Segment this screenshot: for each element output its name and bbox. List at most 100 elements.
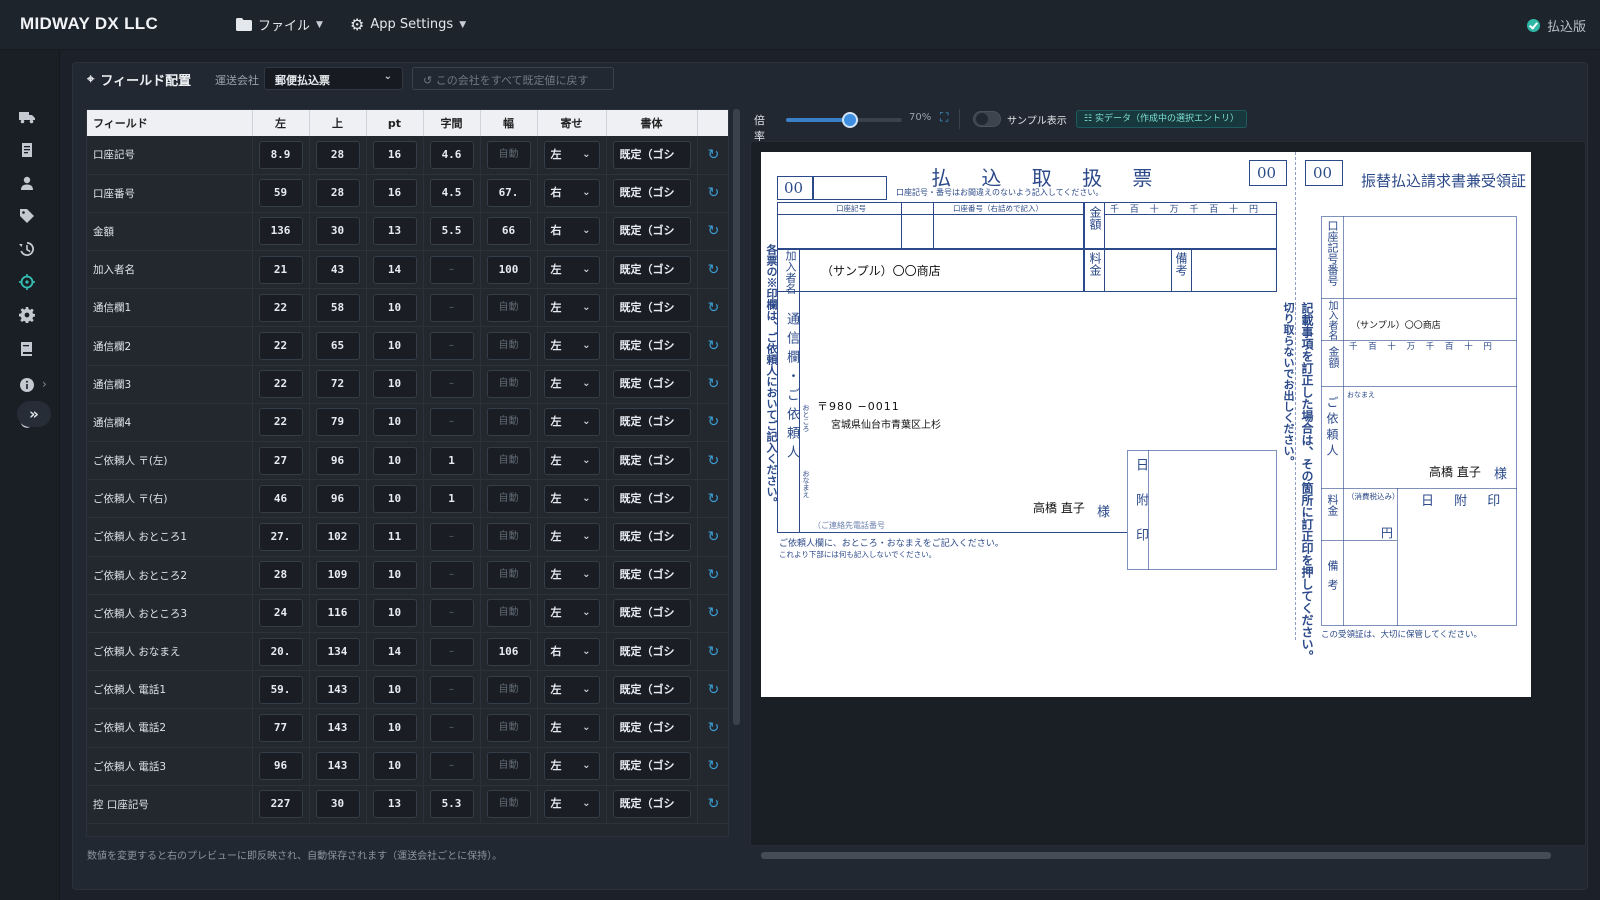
align-select[interactable]: 左 ⌄ [543,752,600,781]
align-select[interactable]: 左 ⌄ [543,408,600,437]
width-input[interactable]: 自動 [486,140,531,169]
font-select[interactable]: 既定（ゴシ [612,713,691,742]
fit-to-screen-icon[interactable]: ⛶ [940,110,948,125]
font-select[interactable]: 既定（ゴシ [612,752,691,781]
document-icon[interactable] [17,140,37,160]
align-select[interactable]: 左 ⌄ [543,332,600,361]
left-input[interactable]: 227 [258,790,303,819]
top-input[interactable]: 28 [315,140,360,169]
width-input[interactable]: 自動 [486,332,531,361]
info-icon[interactable] [17,375,37,395]
width-input[interactable]: 自動 [486,790,531,819]
row-reset-icon[interactable]: ↻ [697,174,728,213]
row-reset-icon[interactable]: ↻ [697,403,728,442]
align-select[interactable]: 左 ⌄ [543,599,600,628]
top-input[interactable]: 96 [315,484,360,513]
pt-input[interactable]: 10 [372,293,417,322]
left-input[interactable]: 22 [258,370,303,399]
align-select[interactable]: 左 ⌄ [543,484,600,513]
history-icon[interactable] [17,239,37,259]
pt-input[interactable]: 10 [372,713,417,742]
align-select[interactable]: 左 ⌄ [543,713,600,742]
width-input[interactable]: 自動 [486,561,531,590]
font-select[interactable]: 既定（ゴシ [612,446,691,475]
left-input[interactable]: 27 [258,446,303,475]
row-reset-icon[interactable]: ↻ [697,212,728,251]
width-input[interactable]: 自動 [486,675,531,704]
expand-sidebar-button[interactable]: » [17,401,51,427]
width-input[interactable]: 自動 [486,522,531,551]
zoom-slider[interactable] [786,112,902,128]
row-reset-icon[interactable]: ↻ [697,747,728,786]
file-menu[interactable]: ファイル ▼ [236,15,323,34]
zoom-slider-thumb[interactable] [841,112,858,128]
align-select[interactable]: 左 ⌄ [543,522,600,551]
left-input[interactable]: 22 [258,293,303,322]
top-input[interactable]: 96 [315,446,360,475]
spacing-input[interactable]: – [429,293,474,322]
align-select[interactable]: 左 ⌄ [543,446,600,475]
spacing-input[interactable]: – [429,408,474,437]
pt-input[interactable]: 10 [372,484,417,513]
pt-input[interactable]: 10 [372,446,417,475]
pt-input[interactable]: 16 [372,140,417,169]
top-input[interactable]: 109 [315,561,360,590]
left-input[interactable]: 28 [258,561,303,590]
font-select[interactable]: 既定（ゴシ [612,675,691,704]
preview-horizontal-scrollbar[interactable] [761,852,1551,859]
spacing-input[interactable]: – [429,522,474,551]
left-input[interactable]: 22 [258,408,303,437]
spacing-input[interactable]: – [429,675,474,704]
left-input[interactable]: 46 [258,484,303,513]
left-input[interactable]: 59. [258,675,303,704]
top-input[interactable]: 102 [315,522,360,551]
width-input[interactable]: 自動 [486,713,531,742]
top-input[interactable]: 28 [315,179,360,208]
font-select[interactable]: 既定（ゴシ [612,332,691,361]
left-input[interactable]: 96 [258,752,303,781]
font-select[interactable]: 既定（ゴシ [612,522,691,551]
width-input[interactable]: 自動 [486,484,531,513]
left-input[interactable]: 59 [258,179,303,208]
pt-input[interactable]: 11 [372,522,417,551]
top-input[interactable]: 143 [315,752,360,781]
spacing-input[interactable]: 4.6 [429,140,474,169]
spacing-input[interactable]: – [429,370,474,399]
width-input[interactable]: 106 [486,637,531,666]
width-input[interactable]: 自動 [486,408,531,437]
pt-input[interactable]: 10 [372,675,417,704]
row-reset-icon[interactable]: ↻ [697,670,728,709]
user-icon[interactable] [17,173,37,193]
spacing-input[interactable]: – [429,332,474,361]
row-reset-icon[interactable]: ↻ [697,708,728,747]
align-select[interactable]: 右 ⌄ [543,637,600,666]
font-select[interactable]: 既定（ゴシ [612,217,691,246]
left-input[interactable]: 136 [258,217,303,246]
sample-toggle[interactable] [973,111,1001,127]
spacing-input[interactable]: – [429,637,474,666]
left-input[interactable]: 24 [258,599,303,628]
spacing-input[interactable]: – [429,561,474,590]
table-scrollbar[interactable] [733,109,740,725]
font-select[interactable]: 既定（ゴシ [612,408,691,437]
pt-input[interactable]: 14 [372,637,417,666]
row-reset-icon[interactable]: ↻ [697,136,728,175]
row-reset-icon[interactable]: ↻ [697,326,728,366]
align-select[interactable]: 左 ⌄ [543,790,600,819]
width-input[interactable]: 自動 [486,752,531,781]
spacing-input[interactable]: 4.5 [429,179,474,208]
font-select[interactable]: 既定（ゴシ [612,484,691,513]
pt-input[interactable]: 10 [372,408,417,437]
top-input[interactable]: 65 [315,332,360,361]
row-reset-icon[interactable]: ↻ [697,365,728,404]
top-input[interactable]: 143 [315,675,360,704]
left-input[interactable]: 77 [258,713,303,742]
top-input[interactable]: 79 [315,408,360,437]
spacing-input[interactable]: – [429,255,474,284]
top-input[interactable]: 58 [315,293,360,322]
align-select[interactable]: 左 ⌄ [543,140,600,169]
font-select[interactable]: 既定（ゴシ [612,561,691,590]
row-reset-icon[interactable]: ↻ [697,556,728,595]
book-icon[interactable] [17,339,37,359]
top-input[interactable]: 116 [315,599,360,628]
